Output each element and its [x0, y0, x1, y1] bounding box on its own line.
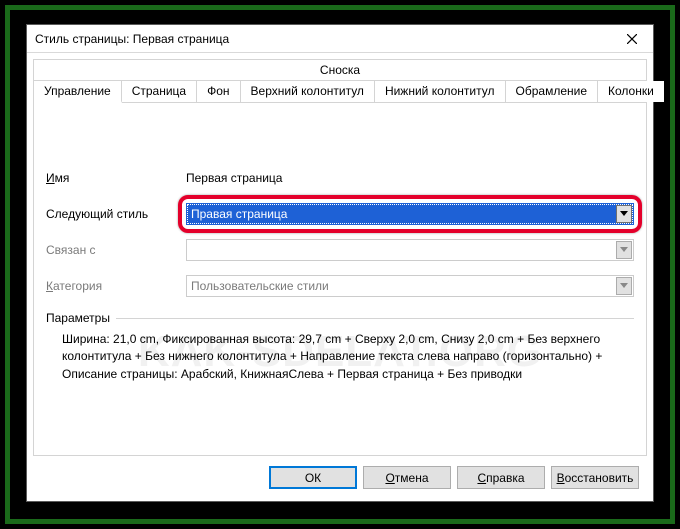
label-next-style: Следующий стиль — [46, 207, 186, 221]
tab-header[interactable]: Верхний колонтитул — [241, 81, 375, 102]
reset-button[interactable]: Восстановить — [551, 466, 639, 489]
params-text: Ширина: 21,0 cm, Фиксированная высота: 2… — [46, 325, 634, 383]
combo-next-style[interactable]: Правая страница — [186, 203, 634, 225]
tab-background[interactable]: Фон — [197, 81, 240, 102]
ok-button[interactable]: ОК — [269, 466, 357, 489]
tab-footnote[interactable]: Сноска — [310, 60, 370, 80]
row-category: Категория Пользовательские стили — [46, 275, 634, 297]
tab-content: KAK-SDELAT.ORG Имя Первая страница Следу… — [33, 103, 647, 456]
label-linked: Связан с — [46, 243, 186, 257]
close-icon — [627, 34, 637, 44]
dialog-body: Сноска Управление Страница Фон Верхний к… — [27, 53, 653, 501]
tab-row-bottom: Управление Страница Фон Верхний колонтит… — [34, 81, 646, 103]
cancel-button[interactable]: Отмена — [363, 466, 451, 489]
combo-category-value: Пользовательские стили — [191, 279, 329, 293]
window-title: Стиль страницы: Первая страница — [27, 32, 229, 46]
tab-footer[interactable]: Нижний колонтитул — [375, 81, 506, 102]
tab-row-top: Сноска — [34, 60, 646, 81]
combo-category: Пользовательские стили — [186, 275, 634, 297]
next-style-highlight: Правая страница — [186, 203, 634, 225]
help-button[interactable]: Справка — [457, 466, 545, 489]
tab-page[interactable]: Страница — [122, 81, 197, 102]
tab-columns[interactable]: Колонки — [598, 81, 664, 102]
row-name: Имя Первая страница — [46, 167, 634, 189]
chevron-down-icon — [616, 277, 632, 295]
chevron-down-icon — [616, 205, 632, 223]
value-name: Первая страница — [186, 171, 634, 185]
row-next-style: Следующий стиль Правая страница — [46, 203, 634, 225]
tab-container: Сноска Управление Страница Фон Верхний к… — [33, 59, 647, 103]
titlebar: Стиль страницы: Первая страница — [27, 25, 653, 53]
dialog-window: Стиль страницы: Первая страница Сноска У… — [26, 24, 654, 502]
close-button[interactable] — [611, 25, 653, 53]
combo-linked — [186, 239, 634, 261]
button-bar: ОК Отмена Справка Восстановить — [33, 456, 647, 501]
tab-organizer[interactable]: Управление — [34, 81, 122, 103]
row-linked: Связан с — [46, 239, 634, 261]
params-group: Параметры Ширина: 21,0 cm, Фиксированная… — [46, 311, 634, 383]
tab-borders[interactable]: Обрамление — [506, 81, 598, 102]
combo-next-style-value: Правая страница — [191, 207, 287, 221]
chevron-down-icon — [616, 241, 632, 259]
params-legend: Параметры — [46, 311, 634, 325]
label-name: Имя — [46, 171, 186, 185]
label-category: Категория — [46, 279, 186, 293]
